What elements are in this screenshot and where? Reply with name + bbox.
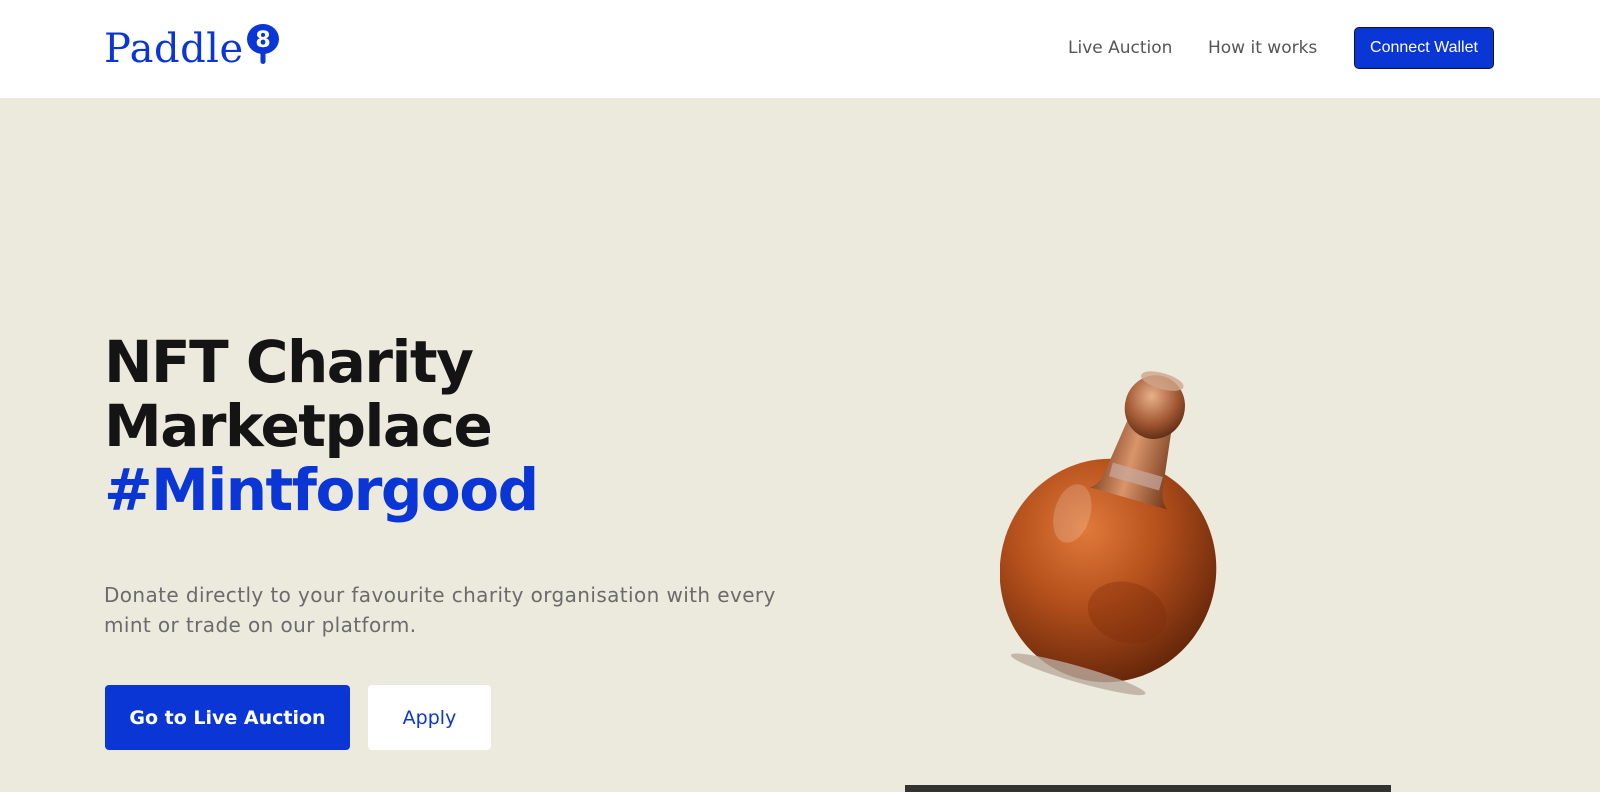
bottle-illustration-icon [999,350,1260,700]
hero-title-line-2: Marketplace [104,392,493,460]
nav-live-auction[interactable]: Live Auction [1068,38,1172,58]
content-card-edge [905,785,1391,792]
nav-how-it-works[interactable]: How it works [1208,38,1317,58]
hero-title: NFT Charity Marketplace #Mintforgood [104,328,539,524]
paddle-badge-icon: 8 [245,22,281,68]
hero-title-line-1: NFT Charity [104,328,474,396]
site-header: Paddle 8 Live Auction How it works Conne… [0,0,1600,98]
logo[interactable]: Paddle 8 [104,24,281,74]
go-to-live-auction-button[interactable]: Go to Live Auction [105,685,350,750]
hero-subtitle: Donate directly to your favourite charit… [104,583,776,637]
logo-badge-digit: 8 [255,28,270,53]
connect-wallet-button[interactable]: Connect Wallet [1354,27,1494,69]
logo-text: Paddle [104,26,244,72]
hero-hashtag: #Mintforgood [104,456,539,524]
apply-button[interactable]: Apply [368,685,491,750]
